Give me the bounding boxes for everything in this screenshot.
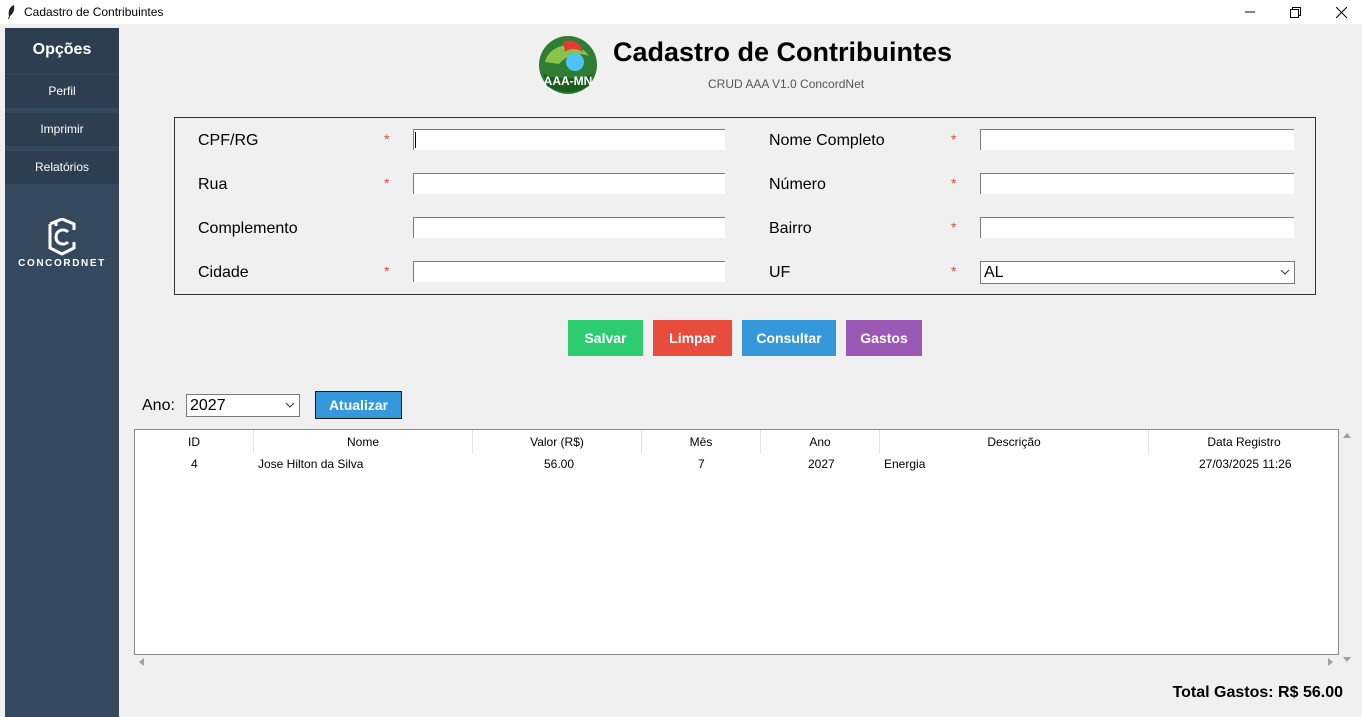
gastos-table[interactable]: ID Nome Valor (R$) Mês Ano Descrição Dat… (134, 429, 1339, 655)
total-gastos: Total Gastos: R$ 56.00 (1172, 684, 1343, 701)
sidebar-item-relatorios[interactable]: Relatórios (5, 151, 119, 184)
ano-select[interactable]: 2027 (186, 394, 300, 417)
column-header-valor[interactable]: Valor (R$) (473, 430, 642, 454)
feather-icon (8, 5, 15, 19)
nome-required-mark: * (951, 131, 957, 147)
ano-label: Ano: (142, 397, 175, 414)
cell-ano: 2027 (808, 457, 835, 471)
numero-input[interactable] (980, 173, 1294, 194)
chevron-down-icon (285, 402, 295, 408)
bairro-label: Bairro (769, 220, 812, 237)
cpf-required-mark: * (384, 131, 390, 147)
sidebar-heading: Opções (5, 28, 119, 74)
scroll-left-arrow[interactable] (137, 657, 145, 667)
complemento-label: Complemento (198, 220, 298, 237)
limpar-button[interactable]: Limpar (653, 320, 732, 356)
chevron-down-icon (1280, 269, 1290, 275)
uf-required-mark: * (951, 263, 957, 279)
cell-descricao: Energia (884, 457, 926, 471)
nome-label: Nome Completo (769, 132, 885, 149)
salvar-button[interactable]: Salvar (568, 320, 643, 356)
ano-selected-value: 2027 (190, 397, 226, 414)
aaa-mn-logo: AAA-MN (537, 34, 599, 96)
scroll-down-arrow[interactable] (1342, 656, 1352, 664)
column-header-nome[interactable]: Nome (254, 430, 473, 454)
restore-button[interactable] (1272, 0, 1318, 24)
page-title: Cadastro de Contribuintes (613, 37, 953, 67)
column-header-mes[interactable]: Mês (642, 430, 761, 454)
table-header: ID Nome Valor (R$) Mês Ano Descrição Dat… (135, 430, 1338, 454)
column-header-id[interactable]: ID (135, 430, 254, 454)
bairro-input[interactable] (980, 217, 1294, 238)
sidebar: Opções Perfil Imprimir Relatórios CONCOR… (5, 28, 119, 717)
minimize-button[interactable] (1227, 0, 1273, 24)
cpf-label: CPF/RG (198, 132, 259, 149)
window-title: Cadastro de Contribuintes (24, 5, 164, 19)
cell-mes: 7 (698, 457, 705, 471)
cell-nome: Jose Hilton da Silva (258, 457, 364, 471)
close-icon (1335, 6, 1347, 18)
uf-selected-value: AL (984, 264, 1004, 281)
cell-data-registro: 27/03/2025 11:26 (1199, 457, 1292, 471)
atualizar-button[interactable]: Atualizar (315, 391, 402, 419)
uf-label: UF (769, 264, 791, 281)
brand-name: CONCORDNET (18, 258, 106, 269)
rua-input[interactable] (413, 173, 725, 194)
sidebar-item-imprimir[interactable]: Imprimir (5, 113, 119, 146)
cidade-required-mark: * (384, 263, 390, 279)
cidade-label: Cidade (198, 264, 249, 281)
numero-required-mark: * (951, 175, 957, 191)
cpf-input[interactable] (413, 129, 725, 150)
concordnet-logo (5, 217, 119, 261)
close-button[interactable] (1318, 0, 1362, 24)
bairro-required-mark: * (951, 219, 957, 235)
uf-select[interactable]: AL (980, 261, 1295, 284)
concordnet-logo-icon (48, 217, 76, 256)
page-subtitle: CRUD AAA V1.0 ConcordNet (708, 77, 865, 91)
rua-label: Rua (198, 176, 228, 193)
text-cursor (415, 132, 416, 148)
column-header-data-registro[interactable]: Data Registro (1149, 430, 1338, 454)
nome-input[interactable] (980, 129, 1294, 150)
sidebar-item-perfil[interactable]: Perfil (5, 75, 119, 108)
window-titlebar: Cadastro de Contribuintes (0, 0, 1362, 24)
restore-icon (1289, 6, 1301, 18)
cidade-input[interactable] (413, 261, 725, 282)
minimize-icon (1245, 11, 1255, 13)
column-header-descricao[interactable]: Descrição (880, 430, 1149, 454)
gastos-button[interactable]: Gastos (846, 320, 922, 356)
consultar-button[interactable]: Consultar (742, 320, 836, 356)
scroll-up-arrow[interactable] (1342, 431, 1352, 439)
scroll-right-arrow[interactable] (1327, 657, 1335, 667)
column-header-ano[interactable]: Ano (761, 430, 880, 454)
rua-required-mark: * (384, 175, 390, 191)
logo-text: AAA-MN (544, 74, 593, 88)
numero-label: Número (769, 176, 826, 193)
cell-id: 4 (191, 457, 198, 471)
cell-valor: 56.00 (544, 457, 575, 471)
complemento-input[interactable] (413, 217, 725, 238)
